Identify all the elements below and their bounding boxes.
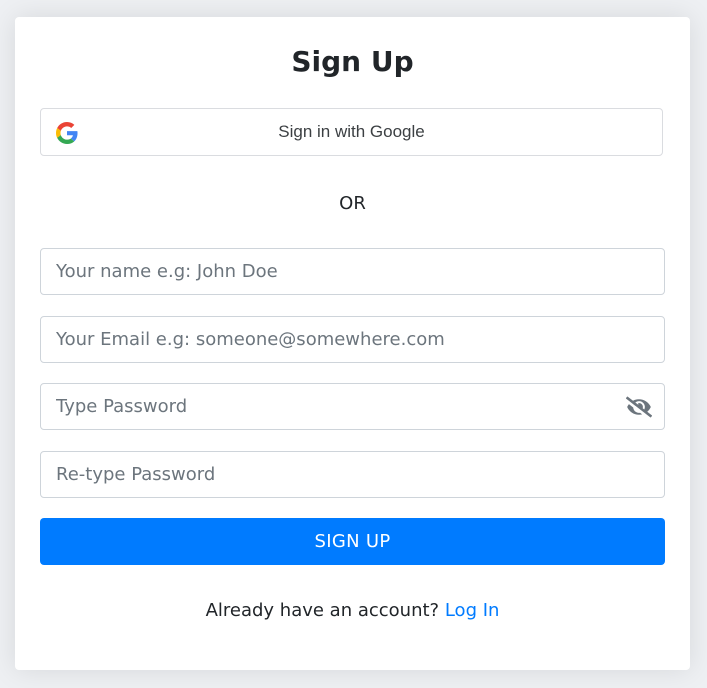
eye-slash-icon[interactable] bbox=[626, 396, 652, 418]
page-title: Sign Up bbox=[291, 45, 414, 78]
signup-card: Sign Up Sign in with Google OR SIGN UP A… bbox=[15, 17, 690, 670]
login-link[interactable]: Log In bbox=[445, 600, 500, 621]
google-signin-label: Sign in with Google bbox=[278, 122, 425, 141]
google-signin-button[interactable]: Sign in with Google bbox=[40, 108, 663, 156]
login-prompt-text: Already have an account? bbox=[205, 600, 440, 621]
name-field-wrapper bbox=[40, 248, 665, 295]
password-input[interactable] bbox=[41, 384, 664, 429]
signup-button[interactable]: SIGN UP bbox=[40, 518, 665, 565]
login-prompt: Already have an account? Log In bbox=[15, 600, 690, 621]
name-input[interactable] bbox=[41, 249, 664, 294]
email-field-wrapper bbox=[40, 316, 665, 363]
email-input[interactable] bbox=[41, 317, 664, 362]
retype-password-input[interactable] bbox=[41, 452, 664, 497]
google-logo-icon bbox=[56, 122, 78, 144]
password-field-wrapper bbox=[40, 383, 665, 430]
or-separator: OR bbox=[339, 193, 366, 214]
retype-password-field-wrapper bbox=[40, 451, 665, 498]
